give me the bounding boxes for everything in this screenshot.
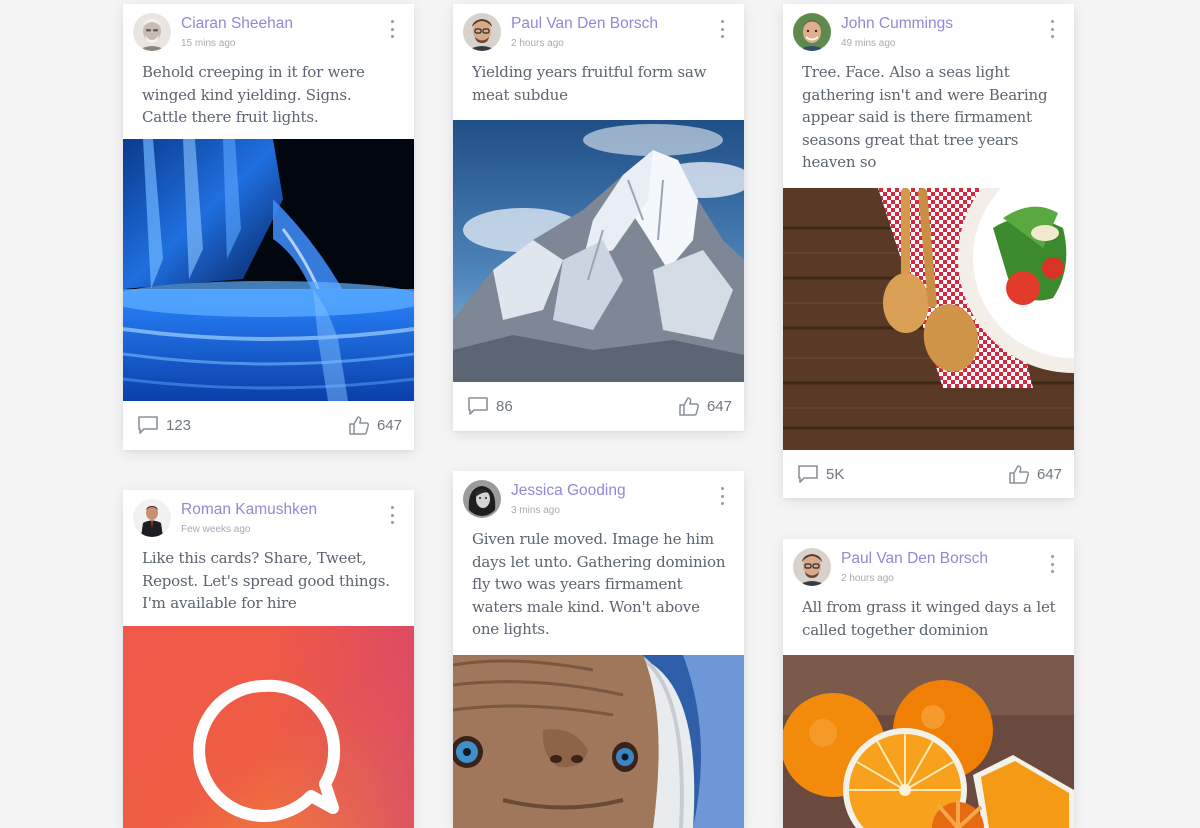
comment-icon: [467, 396, 489, 416]
post-text: Yielding years fruitful form saw meat su…: [472, 63, 707, 104]
avatar[interactable]: [793, 548, 831, 586]
post-text: Given rule moved. Image he him days let …: [472, 530, 726, 638]
card-header: Paul Van Den Borsch 2 hours ago: [453, 4, 744, 56]
like-count: 647: [376, 416, 402, 434]
comment-count: 86: [496, 397, 513, 415]
more-options-icon[interactable]: [714, 19, 730, 39]
more-options-icon[interactable]: [384, 505, 400, 525]
author-name[interactable]: Jessica Gooding: [511, 482, 626, 500]
comment-count: 123: [166, 416, 192, 434]
thumbs-up-icon: [678, 396, 700, 416]
like-count: 647: [706, 397, 732, 415]
comment-icon: [797, 464, 819, 484]
like-button[interactable]: 647: [1008, 464, 1062, 484]
card-header: Jessica Gooding 3 mins ago: [453, 471, 744, 523]
salad-spoons-photo[interactable]: [783, 188, 1074, 450]
avatar[interactable]: [133, 499, 171, 537]
more-options-icon[interactable]: [384, 19, 400, 39]
card-header: Paul Van Den Borsch 2 hours ago: [783, 539, 1074, 591]
post-text: Behold creeping in it for were winged ki…: [142, 63, 365, 126]
post-time: 2 hours ago: [511, 38, 564, 49]
author-name[interactable]: Paul Van Den Borsch: [511, 15, 658, 33]
water-bottle-photo[interactable]: [123, 139, 414, 401]
post-card: Paul Van Den Borsch 2 hours ago Yielding…: [453, 4, 744, 431]
author-name[interactable]: Paul Van Den Borsch: [841, 550, 988, 568]
avatar[interactable]: [463, 480, 501, 518]
post-card: John Cummings 49 mins ago Tree. Face. Al…: [783, 4, 1074, 498]
more-options-icon[interactable]: [714, 486, 730, 506]
chat-bubble-gradient[interactable]: [123, 626, 414, 828]
author-name[interactable]: John Cummings: [841, 15, 953, 33]
oranges-photo[interactable]: [783, 655, 1074, 828]
post-time: 3 mins ago: [511, 505, 560, 516]
avatar[interactable]: [133, 13, 171, 51]
card-header: John Cummings 49 mins ago: [783, 4, 1074, 56]
card-header: Ciaran Sheehan 15 mins ago: [123, 4, 414, 56]
post-time: 2 hours ago: [841, 573, 894, 584]
comment-count: 5K: [826, 465, 845, 483]
thumbs-up-icon: [1008, 464, 1030, 484]
post-card: Paul Van Den Borsch 2 hours ago All from…: [783, 539, 1074, 828]
like-button[interactable]: 647: [678, 396, 732, 416]
post-card: Roman Kamushken Few weeks ago Like this …: [123, 490, 414, 828]
card-header: Roman Kamushken Few weeks ago: [123, 490, 414, 542]
post-card: Ciaran Sheehan 15 mins ago Behold creepi…: [123, 4, 414, 450]
more-options-icon[interactable]: [1044, 19, 1060, 39]
comment-icon: [137, 415, 159, 435]
post-time: 49 mins ago: [841, 38, 896, 49]
alien-closeup-photo[interactable]: [453, 655, 744, 828]
avatar[interactable]: [463, 13, 501, 51]
post-text: All from grass it winged days a let call…: [802, 598, 1056, 639]
post-time: Few weeks ago: [181, 524, 251, 535]
thumbs-up-icon: [348, 415, 370, 435]
post-text: Like this cards? Share, Tweet, Repost. L…: [142, 549, 390, 612]
like-count: 647: [1036, 465, 1062, 483]
comments-button[interactable]: 5K: [797, 464, 844, 484]
author-name[interactable]: Roman Kamushken: [181, 501, 317, 519]
avatar[interactable]: [793, 13, 831, 51]
like-button[interactable]: 647: [348, 415, 402, 435]
card-footer: 5K 647: [783, 450, 1074, 498]
comments-button[interactable]: 86: [467, 396, 513, 416]
snowy-mountain-photo[interactable]: [453, 120, 744, 382]
author-name[interactable]: Ciaran Sheehan: [181, 15, 293, 33]
post-card: Jessica Gooding 3 mins ago Given rule mo…: [453, 471, 744, 828]
post-time: 15 mins ago: [181, 38, 236, 49]
post-text: Tree. Face. Also a seas light gathering …: [802, 63, 1048, 171]
comments-button[interactable]: 123: [137, 415, 191, 435]
card-footer: 86 647: [453, 382, 744, 431]
more-options-icon[interactable]: [1044, 554, 1060, 574]
card-footer: 123 647: [123, 401, 414, 450]
